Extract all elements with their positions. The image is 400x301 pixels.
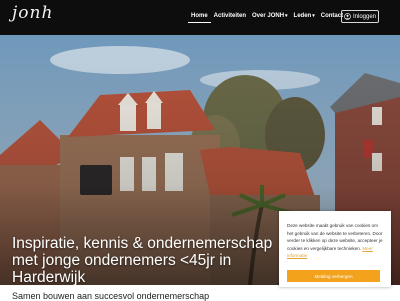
user-circle-icon [344,13,351,20]
main-nav: Home Activiteiten Over JONH▾ Leden▾ Cont… [188,10,346,23]
nav-item-label: Leden [293,13,312,19]
hide-notice-button[interactable]: Melding verbergen [287,270,380,282]
login-label: Inloggen [352,13,377,20]
nav-item-label: Activiteiten [213,13,247,19]
nav-item-leden[interactable]: Leden▾ [291,10,318,23]
cookie-notice: Deze website maakt gebruik van cookies o… [279,211,391,287]
login-button[interactable]: Inloggen [341,10,379,23]
hero-title: Inspiratie, kennis & ondernemerschap met… [12,235,273,285]
nav-item-label: Home [191,13,208,19]
chevron-down-icon: ▾ [312,13,315,19]
nav-item-home[interactable]: Home [188,10,211,23]
nav-item-label: Contact [320,13,344,19]
nav-item-over-jonh[interactable]: Over JONH▾ [249,10,291,23]
cookie-notice-text-block: Deze website maakt gebruik van cookies o… [287,222,383,260]
chevron-down-icon: ▾ [285,13,288,19]
site-logo[interactable]: jonh [12,3,53,23]
top-navigation-bar: jonh Home Activiteiten Over JONH▾ Leden▾… [0,0,400,35]
nav-item-activiteiten[interactable]: Activiteiten [211,10,249,23]
nav-item-label: Over JONH [252,13,285,19]
